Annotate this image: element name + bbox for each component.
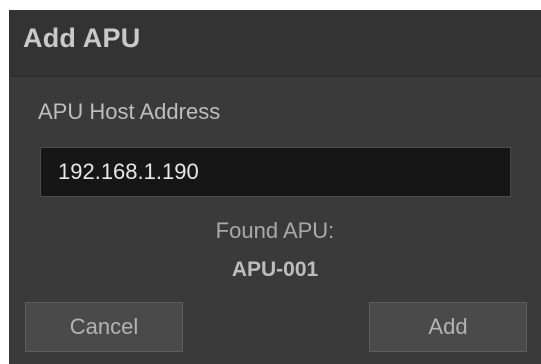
add-button[interactable]: Add [369,302,527,352]
dialog-title: Add APU [23,23,141,53]
found-apu-label: Found APU: [215,218,335,243]
add-apu-dialog: Add APU APU Host Address Found APU: APU-… [9,10,541,364]
host-address-input[interactable] [40,147,511,197]
found-apu-value: APU-001 [231,258,319,281]
dialog-header: Add APU [9,10,541,77]
host-address-label: APU Host Address [38,99,221,124]
cancel-button[interactable]: Cancel [25,302,183,352]
